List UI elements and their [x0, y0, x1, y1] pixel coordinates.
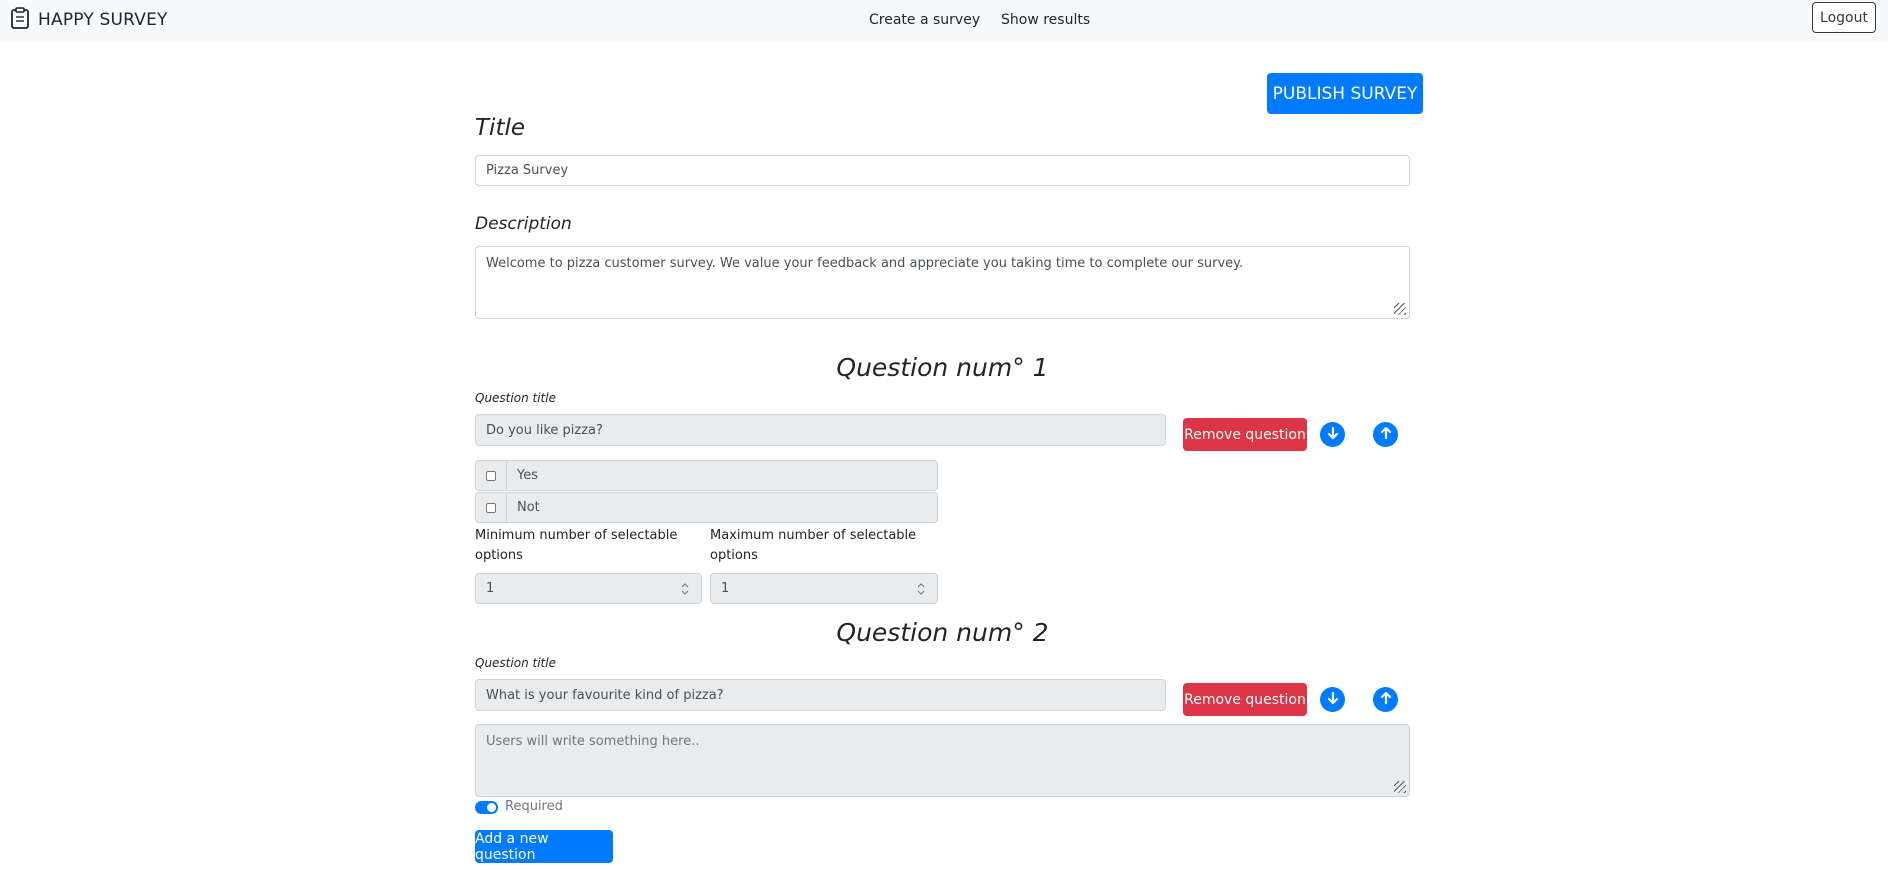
logout-button[interactable]: Logout	[1812, 2, 1876, 33]
title-label: Title	[475, 115, 525, 141]
question-2-move-down-button[interactable]	[1320, 687, 1345, 712]
option-row: Not	[475, 492, 938, 523]
answer-placeholder: Users will write something here..	[486, 734, 700, 749]
question-1-remove-button[interactable]: Remove question	[1183, 418, 1307, 451]
question-1-heading: Question num° 1	[836, 353, 1049, 382]
title-input[interactable]: Pizza Survey	[475, 155, 1410, 186]
brand-name: HAPPY SURVEY	[38, 10, 168, 30]
arrow-up-icon	[1379, 425, 1393, 444]
option-checkbox[interactable]	[486, 502, 496, 513]
max-options-value: 1	[721, 581, 730, 596]
question-1-title-label: Question title	[475, 391, 556, 405]
question-2-title-input[interactable]: What is your favourite kind of pizza?	[475, 679, 1166, 711]
navbar: HAPPY SURVEY Create a survey Show result…	[0, 0, 1888, 43]
nav-create-survey[interactable]: Create a survey	[869, 12, 980, 28]
required-toggle[interactable]	[475, 801, 498, 814]
arrow-down-icon	[1326, 425, 1340, 444]
resize-handle[interactable]	[1394, 781, 1406, 793]
max-options-label: Maximum number of selectable options	[710, 528, 917, 563]
question-2-title-label: Question title	[475, 656, 556, 670]
arrow-down-icon	[1326, 690, 1340, 709]
spinner-icon[interactable]	[681, 583, 689, 599]
description-textarea[interactable]: Welcome to pizza customer survey. We val…	[475, 246, 1410, 319]
clipboard-icon	[10, 7, 30, 33]
resize-handle[interactable]	[1394, 303, 1406, 315]
option-checkbox[interactable]	[486, 470, 496, 481]
nav-show-results[interactable]: Show results	[1001, 12, 1090, 28]
arrow-up-icon	[1379, 690, 1393, 709]
add-question-button[interactable]: Add a new question	[475, 830, 613, 863]
option-checkbox-cell	[475, 492, 507, 523]
required-label: Required	[505, 799, 563, 814]
question-1-move-up-button[interactable]	[1373, 422, 1398, 447]
question-2-remove-button[interactable]: Remove question	[1183, 683, 1307, 716]
question-2-heading: Question num° 2	[836, 618, 1049, 647]
min-options-label: Minimum number of selectable options	[475, 528, 678, 563]
description-label: Description	[475, 214, 572, 234]
description-text: Welcome to pizza customer survey. We val…	[486, 256, 1244, 271]
publish-survey-button[interactable]: PUBLISH SURVEY	[1267, 73, 1423, 114]
toggle-knob	[487, 803, 496, 812]
option-input[interactable]: Yes	[507, 460, 938, 491]
question-1-title-input[interactable]: Do you like pizza?	[475, 414, 1166, 446]
option-row: Yes	[475, 460, 938, 491]
min-options-input[interactable]: 1	[475, 573, 702, 604]
question-1-move-down-button[interactable]	[1320, 422, 1345, 447]
option-input[interactable]: Not	[507, 492, 938, 523]
option-checkbox-cell	[475, 460, 507, 491]
min-options-value: 1	[486, 581, 495, 596]
question-2-answer-textarea[interactable]: Users will write something here..	[475, 724, 1410, 797]
max-options-input[interactable]: 1	[710, 573, 938, 604]
spinner-icon[interactable]	[917, 583, 925, 599]
question-2-move-up-button[interactable]	[1373, 687, 1398, 712]
brand[interactable]: HAPPY SURVEY	[10, 7, 168, 33]
